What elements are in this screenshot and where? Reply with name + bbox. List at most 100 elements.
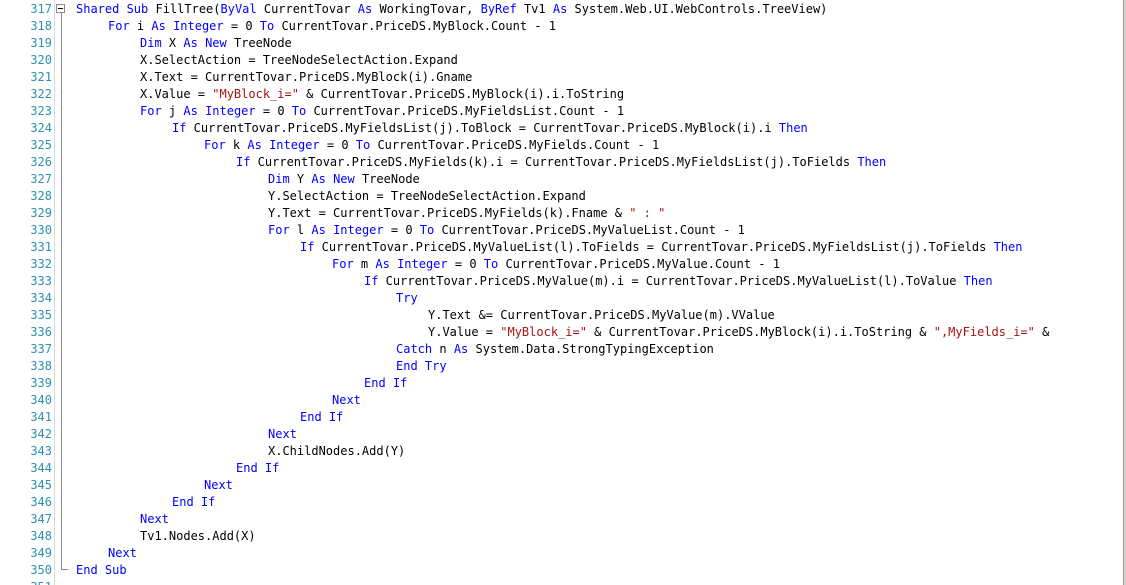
gutter-divider bbox=[54, 0, 55, 585]
code-line[interactable]: Next bbox=[108, 545, 137, 562]
code-token: = 0 bbox=[255, 104, 292, 118]
line-number: 335 bbox=[30, 308, 52, 322]
code-token: & bbox=[1034, 325, 1050, 339]
code-line[interactable]: Try bbox=[396, 290, 418, 307]
keyword-token: As bbox=[552, 2, 568, 16]
keyword-token: ByVal bbox=[220, 2, 257, 16]
line-number: 329 bbox=[30, 206, 52, 220]
string-token: "MyBlock_i=" bbox=[212, 87, 299, 101]
keyword-token: To bbox=[291, 104, 307, 118]
keyword-token: End If bbox=[300, 410, 344, 424]
code-token: Y.SelectAction = TreeNodeSelectAction.Ex… bbox=[268, 189, 586, 203]
line-number: 341 bbox=[30, 410, 52, 424]
code-line[interactable]: If CurrentTovar.PriceDS.MyFields(k).i = … bbox=[236, 154, 886, 171]
code-line[interactable]: Next bbox=[140, 511, 169, 528]
code-token: = 0 bbox=[319, 138, 356, 152]
line-number: 340 bbox=[30, 393, 52, 407]
keyword-token: To bbox=[483, 257, 499, 271]
string-token: " : " bbox=[629, 206, 666, 220]
line-number: 351 bbox=[0, 579, 52, 585]
collapse-icon[interactable] bbox=[56, 4, 65, 13]
code-token: Tv1.Nodes.Add(X) bbox=[140, 529, 256, 543]
code-token: X.SelectAction = TreeNodeSelectAction.Ex… bbox=[140, 53, 458, 67]
keyword-token: Dim bbox=[140, 36, 162, 50]
code-line[interactable]: Next bbox=[268, 426, 297, 443]
code-line[interactable]: Tv1.Nodes.Add(X) bbox=[140, 528, 256, 545]
code-line[interactable]: Y.Value = "MyBlock_i=" & CurrentTovar.Pr… bbox=[428, 324, 1049, 341]
code-token: Tv1 bbox=[516, 2, 553, 16]
code-line[interactable]: Shared Sub FillTree(ByVal CurrentTovar A… bbox=[76, 1, 827, 18]
code-line[interactable]: X.ChildNodes.Add(Y) bbox=[268, 443, 405, 460]
line-number: 324 bbox=[30, 121, 52, 135]
keyword-token: ByRef bbox=[480, 2, 517, 16]
code-token: X.ChildNodes.Add(Y) bbox=[268, 444, 406, 458]
code-line[interactable]: End If bbox=[172, 494, 215, 511]
code-line[interactable]: X.Text = CurrentTovar.PriceDS.MyBlock(i)… bbox=[140, 69, 472, 86]
keyword-token: As bbox=[183, 104, 198, 118]
line-number: 333 bbox=[30, 274, 52, 288]
line-number: 348 bbox=[30, 529, 52, 543]
keyword-token: If bbox=[300, 240, 315, 254]
code-token: Y.Text = CurrentTovar.PriceDS.MyFields(k… bbox=[268, 206, 630, 220]
keyword-token: Then bbox=[778, 121, 808, 135]
code-token: Y.Value = bbox=[428, 325, 501, 339]
code-line[interactable]: End If bbox=[236, 460, 279, 477]
keyword-token: End Try bbox=[396, 359, 447, 373]
code-line[interactable]: If CurrentTovar.PriceDS.MyValue(m).i = C… bbox=[364, 273, 993, 290]
code-line[interactable]: End If bbox=[364, 375, 407, 392]
code-token: CurrentTovar.PriceDS.MyFieldsList.Count … bbox=[306, 104, 625, 118]
keyword-token: End If bbox=[364, 376, 408, 390]
code-line[interactable]: If CurrentTovar.PriceDS.MyValueList(l).T… bbox=[300, 239, 1022, 256]
code-line[interactable]: Y.SelectAction = TreeNodeSelectAction.Ex… bbox=[268, 188, 586, 205]
code-token: CurrentTovar.PriceDS.MyFields.Count - 1 bbox=[370, 138, 660, 152]
code-token: FillTree( bbox=[148, 2, 221, 16]
keyword-token: End Sub bbox=[76, 563, 127, 577]
code-line[interactable]: Next bbox=[332, 392, 361, 409]
line-number: 320 bbox=[30, 53, 52, 67]
line-number: 347 bbox=[30, 512, 52, 526]
code-token: X bbox=[161, 36, 184, 50]
code-line[interactable]: Dim Y As New TreeNode bbox=[268, 171, 420, 188]
code-line[interactable]: Catch n As System.Data.StrongTypingExcep… bbox=[396, 341, 714, 358]
code-token: TreeNode bbox=[226, 36, 292, 50]
code-line[interactable]: Next bbox=[204, 477, 233, 494]
code-line[interactable]: End Sub bbox=[76, 562, 127, 579]
code-line[interactable]: X.Value = "MyBlock_i=" & CurrentTovar.Pr… bbox=[140, 86, 624, 103]
keyword-token: As bbox=[375, 257, 390, 271]
code-token: i bbox=[129, 19, 152, 33]
line-number: 337 bbox=[30, 342, 52, 356]
keyword-token: For bbox=[332, 257, 354, 271]
line-number: 338 bbox=[30, 359, 52, 373]
code-line[interactable]: Y.Text = CurrentTovar.PriceDS.MyFields(k… bbox=[268, 205, 665, 222]
line-number: 344 bbox=[30, 461, 52, 475]
code-token: n bbox=[432, 342, 454, 356]
code-line[interactable]: End Try bbox=[396, 358, 447, 375]
code-line[interactable]: For j As Integer = 0 To CurrentTovar.Pri… bbox=[140, 103, 624, 120]
code-token: System.Data.StrongTypingException bbox=[468, 342, 714, 356]
code-token: CurrentTovar.PriceDS.MyFieldsList(j).ToB… bbox=[186, 121, 779, 135]
code-line[interactable]: If CurrentTovar.PriceDS.MyFieldsList(j).… bbox=[172, 120, 808, 137]
code-line[interactable]: End If bbox=[300, 409, 343, 426]
line-number: 328 bbox=[30, 189, 52, 203]
code-line[interactable]: Dim X As New TreeNode bbox=[140, 35, 292, 52]
line-number: 318 bbox=[30, 19, 52, 33]
code-line[interactable]: For i As Integer = 0 To CurrentTovar.Pri… bbox=[108, 18, 556, 35]
line-number: 321 bbox=[30, 70, 52, 84]
keyword-token: Then bbox=[993, 240, 1023, 254]
code-line[interactable]: For k As Integer = 0 To CurrentTovar.Pri… bbox=[204, 137, 659, 154]
code-fold-end bbox=[61, 569, 68, 570]
keyword-token: To bbox=[259, 19, 275, 33]
code-line[interactable]: Y.Text &= CurrentTovar.PriceDS.MyValue(m… bbox=[428, 307, 775, 324]
keyword-token: Next bbox=[140, 512, 169, 526]
code-line[interactable]: For m As Integer = 0 To CurrentTovar.Pri… bbox=[332, 256, 780, 273]
code-line[interactable]: For l As Integer = 0 To CurrentTovar.Pri… bbox=[268, 222, 745, 239]
code-line[interactable]: X.SelectAction = TreeNodeSelectAction.Ex… bbox=[140, 52, 458, 69]
code-token: CurrentTovar.PriceDS.MyValue(m).i = Curr… bbox=[378, 274, 964, 288]
code-token: m bbox=[353, 257, 376, 271]
line-number: 322 bbox=[30, 87, 52, 101]
line-number: 325 bbox=[30, 138, 52, 152]
code-editor[interactable]: 317 318 319 320 321 322 323 324 325 326 327 328 329 3… bbox=[0, 0, 1126, 585]
